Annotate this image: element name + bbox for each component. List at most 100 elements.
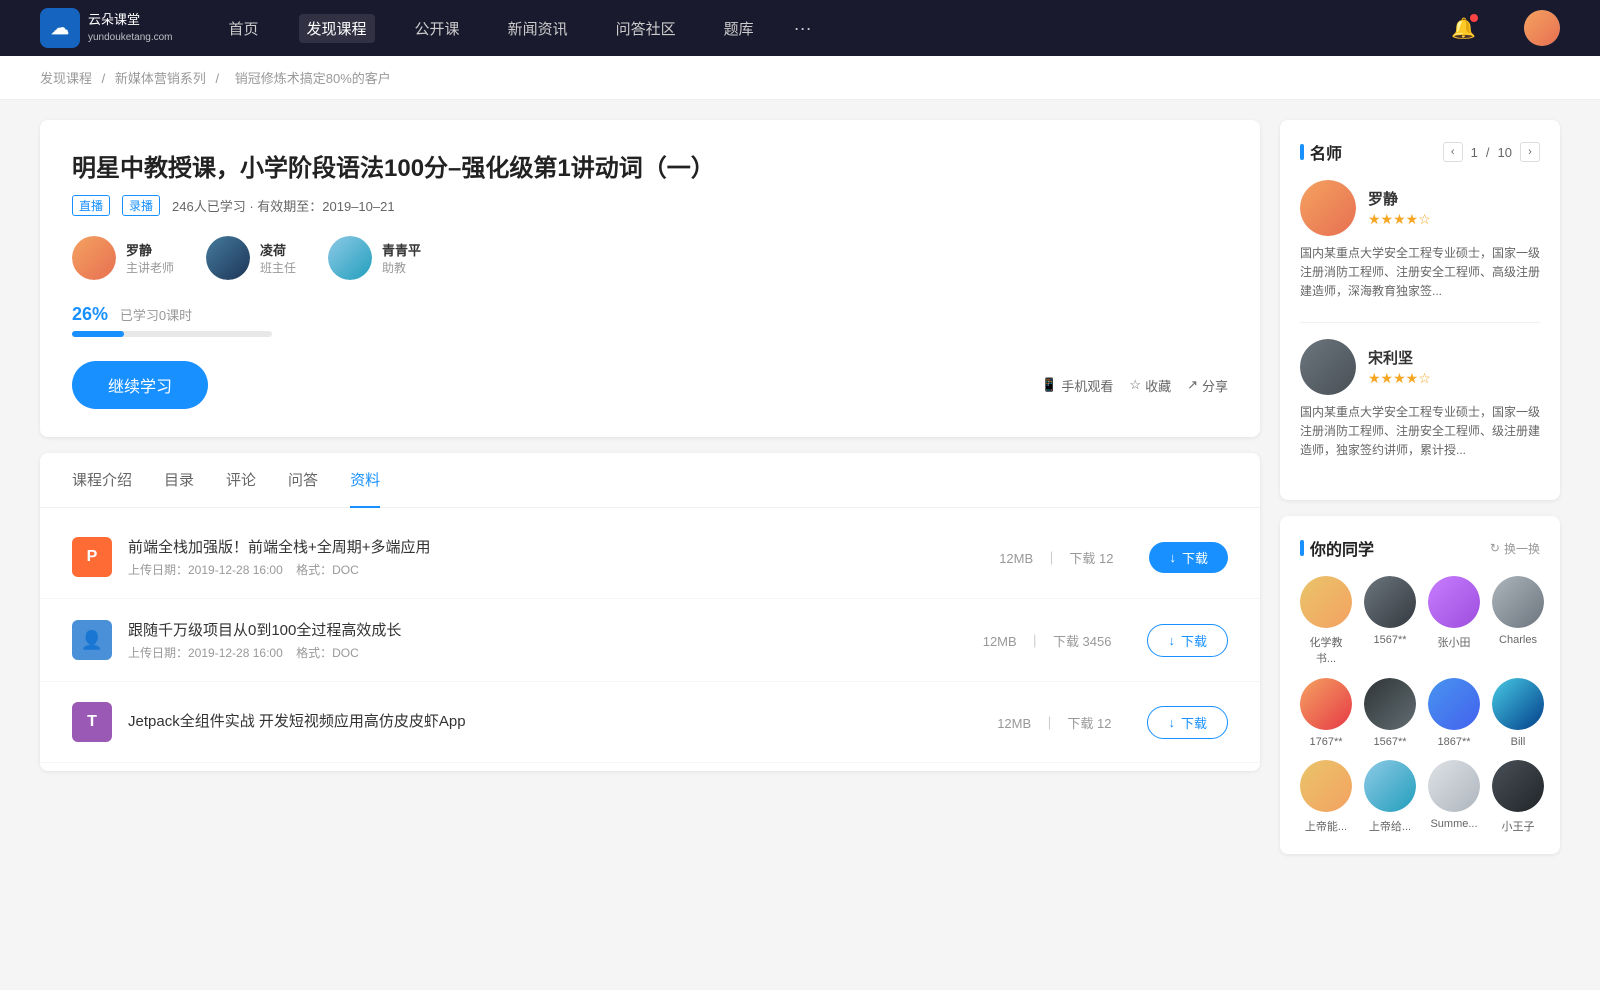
page-prev-btn[interactable]: ‹ (1443, 142, 1463, 162)
classmate-6[interactable]: 1867** (1428, 678, 1480, 748)
logo-text: 云朵课堂yundouketang.com (88, 12, 173, 44)
teacher-profile-2-avatar-img (1300, 339, 1356, 395)
resource-meta-2: 上传日期：2019-12-28 16:00 格式：DOC (128, 644, 963, 661)
teacher-2: 凌荷 班主任 (206, 236, 296, 280)
teacher-profile-2-name: 宋利坚 (1368, 347, 1431, 368)
progress-bar-bg (72, 331, 272, 337)
download-btn-3[interactable]: ↓ 下载 (1147, 706, 1228, 739)
resource-sep-3: ｜ (1043, 716, 1060, 731)
classmate-10[interactable]: Summe... (1428, 760, 1480, 834)
navbar: ☁ 云朵课堂yundouketang.com 首页 发现课程 公开课 新闻资讯 … (0, 0, 1600, 56)
teacher-3-avatar-img (328, 236, 372, 280)
logo[interactable]: ☁ 云朵课堂yundouketang.com (40, 8, 173, 48)
nav-more[interactable]: ··· (794, 18, 812, 39)
classmates-card-title: 你的同学 (1300, 536, 1374, 560)
nav-open[interactable]: 公开课 (407, 14, 468, 43)
refresh-btn[interactable]: ↻ 换一换 (1490, 540, 1540, 557)
resource-size-1: 12MB (999, 551, 1033, 566)
continue-btn[interactable]: 继续学习 (72, 361, 208, 409)
tab-toc[interactable]: 目录 (164, 453, 194, 508)
badge-live: 直播 (72, 195, 110, 216)
teacher-profile-1-stars: ★★★★☆ (1368, 211, 1431, 228)
classmate-10-name: Summe... (1430, 818, 1477, 830)
breadcrumb-link-discover[interactable]: 发现课程 (40, 71, 92, 86)
classmate-0[interactable]: 化学教书... (1300, 576, 1352, 666)
teacher-profile-1-name: 罗静 (1368, 188, 1431, 209)
classmate-10-avatar (1428, 760, 1480, 812)
left-panel: 明星中教授课，小学阶段语法100分–强化级第1讲动词（一） 直播 录播 246人… (40, 120, 1260, 870)
resource-icon-3: T (72, 702, 112, 742)
classmate-7-img (1492, 678, 1544, 730)
nav-discover[interactable]: 发现课程 (299, 14, 375, 43)
nav-qa[interactable]: 问答社区 (608, 14, 684, 43)
progress-label: 已学习0课时 (120, 308, 192, 323)
classmate-9[interactable]: 上帝给... (1364, 760, 1416, 834)
action-share[interactable]: ↗ 分享 (1187, 376, 1228, 395)
download-label-2: 下载 (1181, 631, 1207, 650)
resource-item-1: P 前端全栈加强版！前端全栈+全周期+多端应用 上传日期：2019-12-28 … (40, 516, 1260, 599)
classmate-5-img (1364, 678, 1416, 730)
resource-sep-1: ｜ (1045, 551, 1062, 566)
classmate-3[interactable]: Charles (1492, 576, 1544, 666)
resource-size-2: 12MB (983, 634, 1017, 649)
resource-format-1: 格式：DOC (296, 563, 359, 577)
resource-item-2: 👤 跟随千万级项目从0到100全过程高效成长 上传日期：2019-12-28 1… (40, 599, 1260, 682)
resource-item-3: T Jetpack全组件实战 开发短视频应用高仿皮皮虾App 12MB ｜ 下载… (40, 682, 1260, 763)
teachers-row: 罗静 主讲老师 凌荷 班主任 (72, 236, 1228, 280)
nav-bell[interactable]: 🔔 (1451, 16, 1476, 41)
teacher-1-avatar (72, 236, 116, 280)
page-next-btn[interactable]: › (1520, 142, 1540, 162)
classmate-8[interactable]: 上帝能... (1300, 760, 1352, 834)
resource-downloads-2: 下载 3456 (1053, 634, 1112, 649)
tabs-nav: 课程介绍 目录 评论 问答 资料 (40, 453, 1260, 508)
nav-question-bank[interactable]: 题库 (716, 14, 762, 43)
nav-avatar[interactable] (1524, 10, 1560, 46)
classmate-1[interactable]: 1567** (1364, 576, 1416, 666)
mobile-label: 手机观看 (1061, 376, 1113, 395)
tab-intro[interactable]: 课程介绍 (72, 453, 132, 508)
star-icon: ☆ (1129, 377, 1141, 393)
nav-news[interactable]: 新闻资讯 (500, 14, 576, 43)
classmate-11-img (1492, 760, 1544, 812)
tab-resources[interactable]: 资料 (350, 453, 380, 508)
tab-qa[interactable]: 问答 (288, 453, 318, 508)
classmate-2-name: 张小田 (1438, 634, 1471, 650)
classmate-2[interactable]: 张小田 (1428, 576, 1480, 666)
action-favorite[interactable]: ☆ 收藏 (1129, 376, 1171, 395)
classmate-11[interactable]: 小王子 (1492, 760, 1544, 834)
classmate-9-name: 上帝给... (1369, 818, 1411, 834)
teacher-profile-2-desc: 国内某重点大学安全工程专业硕士，国家一级注册消防工程师、注册安全工程师、级注册建… (1300, 403, 1540, 461)
action-mobile[interactable]: 📱 手机观看 (1041, 376, 1113, 395)
breadcrumb-link-series[interactable]: 新媒体营销系列 (115, 71, 206, 86)
teacher-3-name: 青青平 (382, 240, 421, 259)
page-total: 10 (1498, 145, 1512, 160)
teacher-profile-1-header: 罗静 ★★★★☆ (1300, 180, 1540, 236)
download-btn-1[interactable]: ↓ 下载 (1149, 542, 1228, 573)
classmate-8-name: 上帝能... (1305, 818, 1347, 834)
classmate-6-name: 1867** (1437, 736, 1470, 748)
course-header-card: 明星中教授课，小学阶段语法100分–强化级第1讲动词（一） 直播 录播 246人… (40, 120, 1260, 437)
download-btn-2[interactable]: ↓ 下载 (1147, 624, 1228, 657)
breadcrumb: 发现课程 / 新媒体营销系列 / 销冠修炼术搞定80%的客户 (0, 56, 1600, 100)
classmate-5[interactable]: 1567** (1364, 678, 1416, 748)
classmate-4-img (1300, 678, 1352, 730)
teacher-1-name: 罗静 (126, 240, 174, 259)
classmate-11-name: 小王子 (1502, 818, 1535, 834)
classmate-0-avatar (1300, 576, 1352, 628)
classmate-4[interactable]: 1767** (1300, 678, 1352, 748)
mobile-icon: 📱 (1041, 377, 1057, 393)
tab-review[interactable]: 评论 (226, 453, 256, 508)
classmate-7[interactable]: Bill (1492, 678, 1544, 748)
classmate-4-name: 1767** (1309, 736, 1342, 748)
course-meta-text: 246人已学习 · 有效期至：2019–10–21 (172, 196, 395, 215)
divider (1300, 322, 1540, 323)
download-icon-3: ↓ (1168, 715, 1175, 730)
classmate-1-img (1364, 576, 1416, 628)
resource-format-2: 格式：DOC (296, 646, 359, 660)
teacher-profile-1-info: 罗静 ★★★★☆ (1368, 188, 1431, 228)
nav-home[interactable]: 首页 (221, 14, 267, 43)
classmate-8-avatar (1300, 760, 1352, 812)
teachers-card-header: 名师 ‹ 1 / 10 › (1300, 140, 1540, 164)
resource-meta-1: 上传日期：2019-12-28 16:00 格式：DOC (128, 561, 979, 578)
teacher-3-role: 助教 (382, 259, 421, 276)
